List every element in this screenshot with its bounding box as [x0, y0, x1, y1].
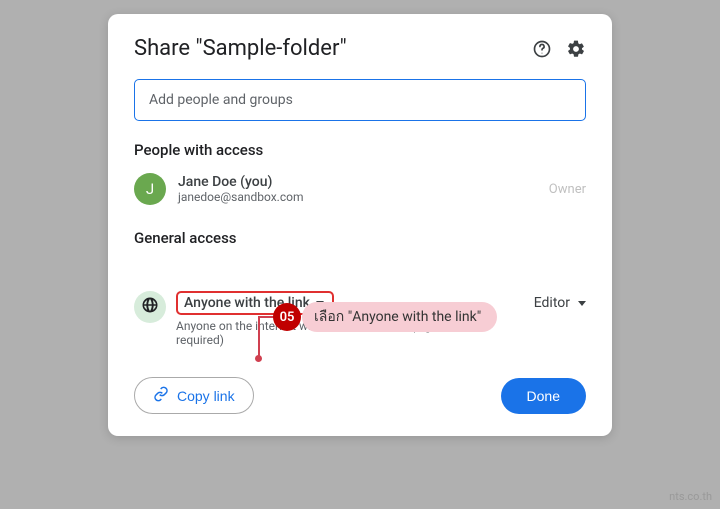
link-icon [153, 386, 169, 405]
copy-link-label: Copy link [177, 388, 235, 404]
avatar: J [134, 173, 166, 205]
annotation-badge: 05 [273, 303, 301, 331]
copy-link-button[interactable]: Copy link [134, 377, 254, 414]
help-icon[interactable] [532, 39, 552, 59]
dialog-header: Share "Sample-folder" [134, 36, 586, 61]
header-actions [532, 39, 586, 59]
globe-icon [141, 296, 159, 318]
person-info: Jane Doe (you) janedoe@sandbox.com [178, 174, 549, 204]
dialog-title: Share "Sample-folder" [134, 36, 347, 61]
dialog-footer: Copy link Done [134, 377, 586, 414]
person-row: J Jane Doe (you) janedoe@sandbox.com Own… [134, 173, 586, 205]
people-access-title: People with access [134, 141, 586, 159]
person-name: Jane Doe (you) [178, 174, 549, 190]
annotation-label: เลือก "Anyone with the link" [302, 302, 497, 332]
watermark: nts.co.th [669, 490, 712, 503]
general-access-title: General access [134, 229, 586, 247]
globe-circle [134, 291, 166, 323]
gear-icon[interactable] [566, 39, 586, 59]
annotation-connector [255, 355, 262, 362]
role-label: Editor [534, 295, 570, 311]
add-people-input[interactable]: Add people and groups [134, 79, 586, 121]
role-dropdown[interactable]: Editor [534, 291, 586, 311]
chevron-down-icon [578, 301, 586, 306]
person-email: janedoe@sandbox.com [178, 190, 549, 204]
share-dialog: Share "Sample-folder" Add people and gro… [108, 14, 612, 436]
owner-label: Owner [549, 182, 586, 197]
add-people-placeholder: Add people and groups [149, 92, 293, 108]
done-button[interactable]: Done [501, 378, 586, 414]
annotation-connector [258, 316, 260, 358]
